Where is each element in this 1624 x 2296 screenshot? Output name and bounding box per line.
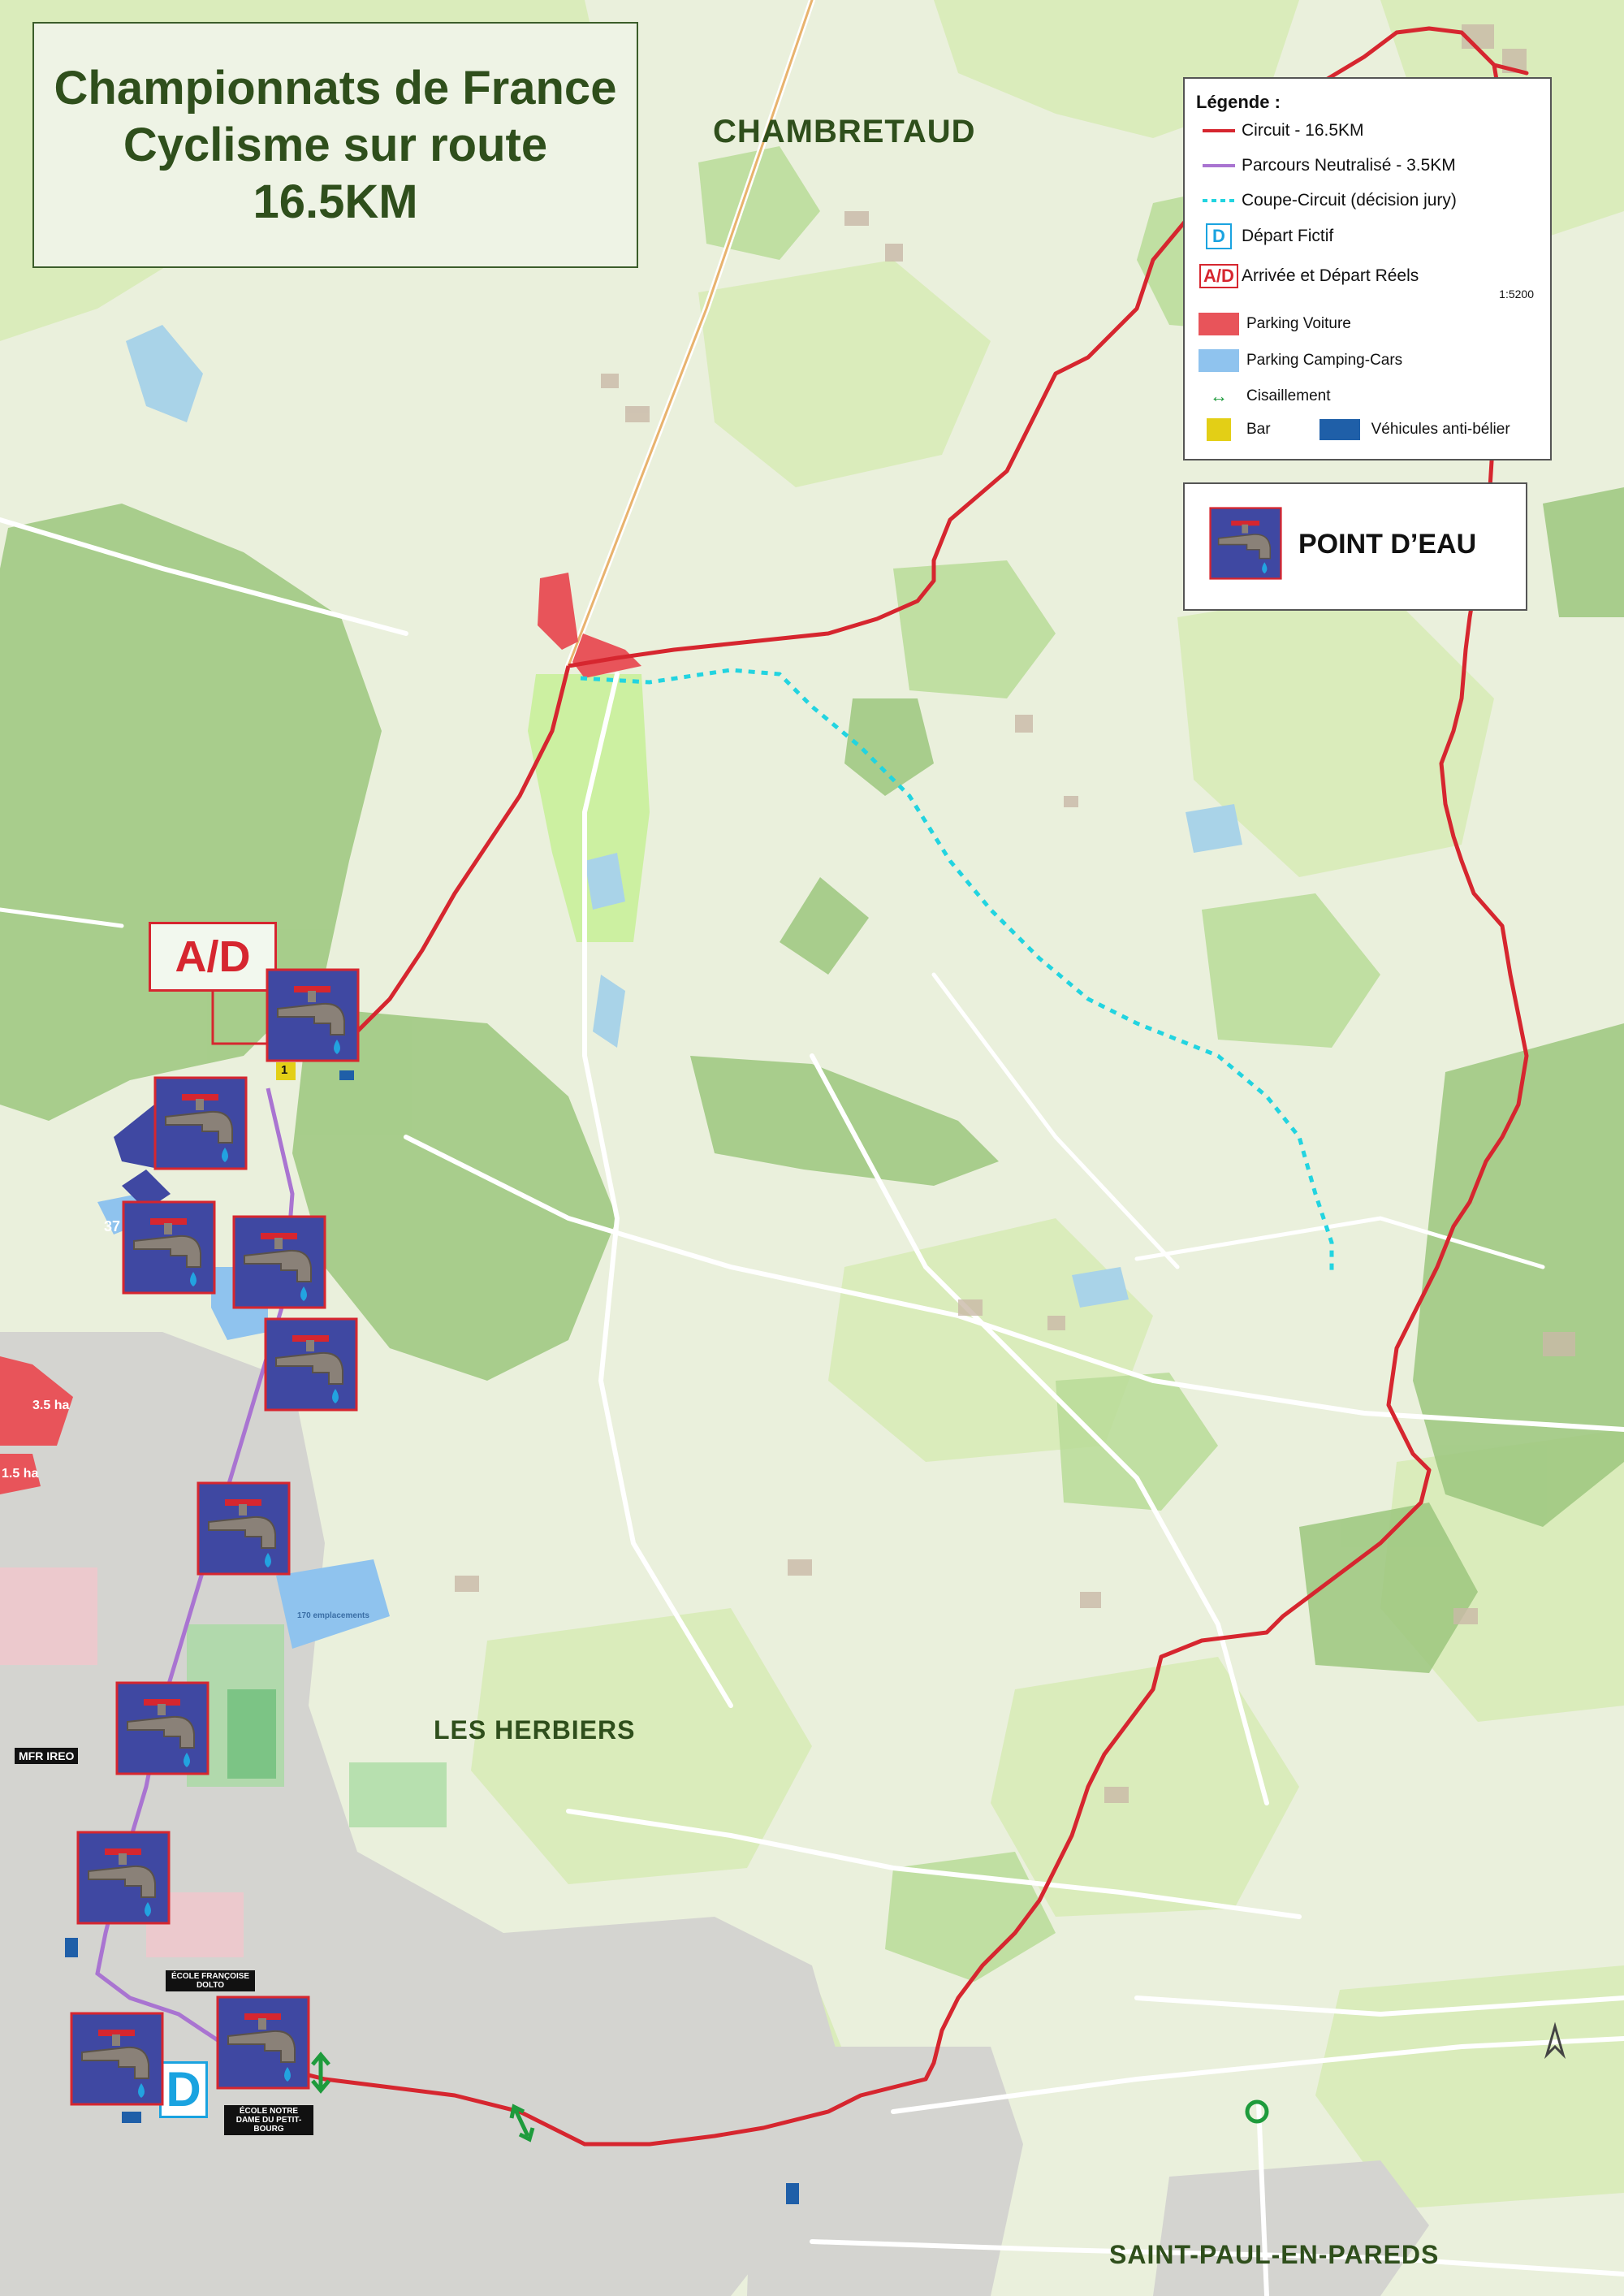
town-les-herbiers: LES HERBIERS [434,1715,636,1745]
water-tap-icon [264,1317,358,1412]
legend-title: Légende : [1196,92,1281,112]
legend-item-label: Parking Camping-Cars [1246,352,1403,369]
water-point-label: POINT D’EAU [1298,529,1477,560]
camping-label: 170 emplacements [297,1611,369,1620]
legend-item-car-parking: Parking Voiture [1196,313,1351,335]
water-tap-icon [266,968,360,1062]
legend-item-label: Arrivée et Départ Réels [1242,266,1419,285]
legend-item-label: Cisaillement [1246,387,1331,404]
legend-item-label: Circuit - 16.5KM [1242,121,1364,140]
parking-label-1-5ha: 1.5 ha [2,1467,39,1481]
legend-item-circuit: Circuit - 16.5KM [1196,121,1364,141]
water-tap-icon [197,1481,291,1576]
title-line-1: Championnats de France [54,61,617,115]
bar-number-label: 1 [281,1063,288,1077]
water-tap-icon [153,1076,248,1170]
ad-symbol-icon: A/D [1199,264,1238,288]
double-arrow-icon: ↔ [1210,386,1228,406]
legend-item-label: Coupe-Circuit (décision jury) [1242,191,1457,210]
legend-item-label: Départ Fictif [1242,227,1334,245]
camping-number-label: 37 [104,1218,121,1234]
water-tap-icon [76,1831,171,1925]
fake-start-marker: D [159,2061,208,2118]
legend-panel: Légende : Circuit - 16.5KM Parcours Neut… [1183,77,1552,460]
legend-item-real-start: A/D Arrivée et Départ Réels [1196,264,1419,288]
legend-item-label: Parking Voiture [1246,315,1351,332]
poi-ecole-notre-dame: ÉCOLE NOTRE DAME DU PETIT-BOURG [224,2105,313,2135]
water-tap-icon [122,1200,216,1295]
title-line-3: 16.5KM [253,175,418,228]
legend-item-bar: Bar Véhicules anti-bélier [1196,418,1510,441]
finish-start-marker: A/D [149,922,277,992]
town-chambretaud: CHAMBRETAUD [713,114,976,149]
map-scale: 1:5200 [1499,288,1534,301]
legend-item-label: Parcours Neutralisé - 3.5KM [1242,156,1456,175]
legend-item-camping-parking: Parking Camping-Cars [1196,349,1402,372]
parking-label-3-5ha: 3.5 ha [32,1399,70,1412]
depart-symbol-icon: D [1206,223,1232,249]
water-tap-icon [1209,507,1282,580]
water-tap-icon [232,1215,326,1309]
water-tap-icon [216,1995,310,2090]
water-point-legend: POINT D’EAU [1183,482,1527,611]
legend-item-shear: ↔ Cisaillement [1196,386,1330,407]
legend-item-label: Bar [1246,421,1271,438]
title-line-2: Cyclisme sur route [123,118,548,171]
town-saint-paul: SAINT-PAUL-EN-PAREDS [1109,2240,1440,2269]
legend-item-fake-start: D Départ Fictif [1196,223,1333,249]
water-tap-icon [70,2012,164,2106]
legend-item-shortcut: Coupe-Circuit (décision jury) [1196,191,1457,210]
legend-item-neutralised: Parcours Neutralisé - 3.5KM [1196,156,1456,175]
water-tap-icon [115,1681,209,1775]
poi-ecole-dolto: ÉCOLE FRANÇOISE DOLTO [166,1970,255,1991]
map-title-box: Championnats de France Cyclisme sur rout… [32,22,638,268]
poi-mfr-ireo: MFR IREO [15,1748,79,1764]
legend-item-label: Véhicules anti-bélier [1371,421,1510,438]
